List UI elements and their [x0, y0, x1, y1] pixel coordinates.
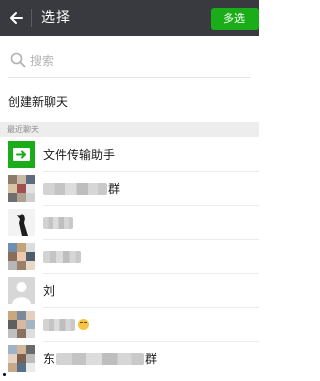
page-title: 选择 — [41, 10, 71, 26]
header-divider — [31, 9, 32, 27]
group-avatar — [8, 243, 35, 270]
redacted-name — [43, 183, 107, 195]
chat-item-group[interactable] — [0, 308, 259, 342]
back-arrow-icon — [6, 7, 28, 29]
recent-chat-list: 文件传输助手 群 刘 东 群 — [0, 138, 259, 376]
group-avatar — [8, 311, 35, 338]
chat-name-suffix: 群 — [145, 352, 158, 366]
redacted-name — [43, 251, 81, 263]
default-person-icon — [8, 277, 35, 304]
touch-dot — [3, 373, 6, 376]
chat-item-group[interactable] — [0, 240, 259, 274]
chat-item-group[interactable]: 东 群 — [0, 342, 259, 376]
search-underline — [8, 77, 251, 78]
multi-select-button[interactable]: 多选 — [211, 8, 259, 30]
chat-name: 文件传输助手 — [43, 148, 116, 162]
file-transfer-icon — [8, 141, 35, 168]
redacted-name — [56, 353, 144, 365]
contact-avatar — [8, 209, 35, 236]
chat-name-prefix: 东 — [43, 352, 56, 366]
search-bar[interactable] — [0, 48, 259, 76]
search-icon — [10, 52, 26, 72]
back-button[interactable] — [6, 7, 28, 29]
chat-name-trailing — [76, 308, 89, 342]
create-new-chat-item[interactable]: 创建新聊天 — [0, 88, 259, 116]
recent-chats-header: 最近聊天 — [0, 122, 259, 137]
chat-item-file-transfer[interactable]: 文件传输助手 — [0, 138, 259, 172]
redacted-name — [43, 217, 73, 229]
search-input[interactable] — [30, 51, 240, 71]
group-avatar — [8, 175, 35, 202]
chat-item-contact[interactable] — [0, 206, 259, 240]
redacted-name — [43, 319, 75, 331]
smile-emoji-icon — [78, 319, 89, 330]
top-bar: 选择 多选 — [0, 0, 259, 36]
group-avatar — [8, 345, 35, 372]
chat-name-suffix: 群 — [108, 182, 121, 196]
chat-item-contact[interactable]: 刘 — [0, 274, 259, 308]
chat-name: 刘 — [43, 284, 56, 298]
chat-item-group[interactable]: 群 — [0, 172, 259, 206]
